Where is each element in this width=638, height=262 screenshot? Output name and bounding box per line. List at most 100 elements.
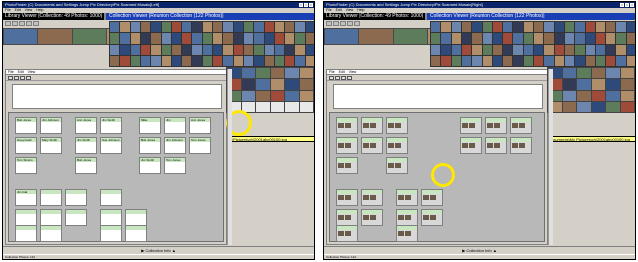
sort-icon[interactable] — [26, 21, 32, 26]
close-icon[interactable] — [309, 3, 313, 7]
photo-card[interactable] — [396, 225, 418, 242]
person-card[interactable] — [65, 189, 87, 206]
person-card[interactable] — [125, 209, 147, 226]
person-card[interactable] — [65, 209, 87, 226]
person-card[interactable] — [125, 225, 147, 242]
collection-thumbnail-grid[interactable] — [109, 21, 314, 67]
person-card[interactable]: Bob Jones — [139, 137, 161, 154]
grid-icon[interactable] — [19, 21, 25, 26]
person-card[interactable] — [100, 225, 122, 242]
person-card[interactable]: Sue Johnson — [100, 137, 122, 154]
arrow-icon[interactable] — [329, 76, 334, 80]
collection-thumbnail-grid[interactable] — [430, 21, 635, 67]
person-card[interactable] — [100, 189, 122, 206]
person-card[interactable]: Jim Johnson — [40, 117, 62, 134]
vertical-scrollbar[interactable] — [548, 69, 553, 245]
collection-viewer-header: Collection Viewer |Reunion Collection (1… — [427, 13, 635, 20]
person-card[interactable]: Jim Smith — [100, 117, 122, 134]
window-controls[interactable] — [620, 3, 634, 7]
zoom-in-icon[interactable] — [326, 21, 332, 26]
person-card[interactable]: Ann Jones — [189, 117, 211, 134]
close-icon[interactable] — [630, 3, 634, 7]
person-card[interactable]: Jim Gal — [15, 189, 37, 206]
scanned-mosaic-pane: File Edit View Bob Jones Jim Johnson Ann J… — [5, 69, 227, 245]
preview-area — [333, 84, 543, 109]
person-card[interactable]: Bob Jones — [75, 157, 97, 174]
photo-card[interactable] — [361, 117, 383, 134]
photo-card[interactable] — [336, 225, 358, 242]
photo-card[interactable] — [361, 209, 383, 226]
photo-card[interactable] — [386, 117, 408, 134]
pane-toolbar — [327, 75, 547, 81]
person-card[interactable] — [100, 209, 122, 226]
screenshot-right: PhotoFinder (C) Documents and Settings J… — [323, 1, 636, 260]
person-card[interactable] — [40, 189, 62, 206]
person-card[interactable]: Tom Jones — [189, 137, 211, 154]
photo-card[interactable] — [510, 117, 532, 134]
person-card[interactable]: Mike — [139, 117, 161, 134]
person-card[interactable]: Jim Smith — [139, 157, 161, 174]
photo-card[interactable] — [336, 189, 358, 206]
person-card[interactable] — [40, 209, 62, 226]
person-card[interactable]: Tom Simms — [15, 157, 37, 174]
side-thumbnail-grid[interactable] — [226, 67, 314, 113]
zoom-icon[interactable] — [26, 76, 31, 80]
maximize-icon[interactable] — [625, 3, 629, 7]
library-toolbar — [324, 21, 360, 27]
zoom-in-icon[interactable] — [5, 21, 11, 26]
photo-card[interactable] — [361, 137, 383, 154]
photo-card[interactable] — [396, 209, 418, 226]
minimize-icon[interactable] — [620, 3, 624, 7]
collection-info-bar[interactable]: ▶ Collection Info ▲ — [3, 246, 314, 254]
grid-icon[interactable] — [340, 21, 346, 26]
window-controls[interactable] — [299, 3, 313, 7]
person-card[interactable]: Jim — [164, 117, 186, 134]
photo-card[interactable] — [485, 137, 507, 154]
person-card[interactable]: Jim Smith — [75, 137, 97, 154]
person-card[interactable]: Greg Gosh — [15, 137, 37, 154]
sort-icon[interactable] — [347, 21, 353, 26]
frame-icon[interactable] — [20, 76, 25, 80]
photo-card[interactable] — [336, 209, 358, 226]
person-card[interactable]: Tom Jones — [164, 157, 186, 174]
zoom-out-icon[interactable] — [333, 21, 339, 26]
person-card[interactable] — [40, 225, 62, 242]
person-card[interactable]: Ann Jones — [75, 117, 97, 134]
screenshot-left: PhotoFinder (C) Documents and Settings J… — [2, 1, 315, 260]
person-card[interactable] — [15, 209, 37, 226]
arrow-icon[interactable] — [8, 76, 13, 80]
photo-card[interactable] — [386, 137, 408, 154]
person-card[interactable]: Bob Jones — [15, 117, 37, 134]
photo-card[interactable] — [421, 189, 443, 206]
zoom-icon[interactable] — [347, 76, 352, 80]
collection-info-bar[interactable]: ▶ Collection Info ▲ — [324, 246, 635, 254]
maximize-icon[interactable] — [304, 3, 308, 7]
library-viewer-header: Library Viewer |Collection: 49 Photos: 1… — [3, 13, 106, 20]
photo-card[interactable] — [336, 117, 358, 134]
photo-card[interactable] — [336, 137, 358, 154]
filter-icon[interactable] — [354, 21, 360, 26]
zoom-out-icon[interactable] — [12, 21, 18, 26]
person-card[interactable]: Mary Smith — [40, 137, 62, 154]
photo-card[interactable] — [421, 209, 443, 226]
frame-icon[interactable] — [341, 76, 346, 80]
filter-icon[interactable] — [33, 21, 39, 26]
photo-card[interactable] — [386, 157, 408, 174]
minimize-icon[interactable] — [299, 3, 303, 7]
photo-card[interactable] — [361, 189, 383, 206]
mosaic-canvas[interactable]: Bob Jones Jim Johnson Ann Jones Jim Smit… — [8, 112, 224, 242]
vertical-scrollbar[interactable] — [227, 69, 232, 245]
photo-card[interactable] — [460, 137, 482, 154]
pane-toolbar — [6, 75, 226, 81]
side-thumbnail-grid[interactable] — [547, 67, 635, 113]
person-card[interactable] — [15, 225, 37, 242]
photo-card[interactable] — [396, 189, 418, 206]
person-card[interactable]: Jim Johnson — [164, 137, 186, 154]
photo-card[interactable] — [336, 157, 358, 174]
photo-card[interactable] — [460, 117, 482, 134]
viewer-headers: Library Viewer |Collection: 49 Photos: 1… — [3, 13, 314, 20]
select-icon[interactable] — [14, 76, 19, 80]
photo-card[interactable] — [485, 117, 507, 134]
photo-card[interactable] — [510, 137, 532, 154]
select-icon[interactable] — [335, 76, 340, 80]
